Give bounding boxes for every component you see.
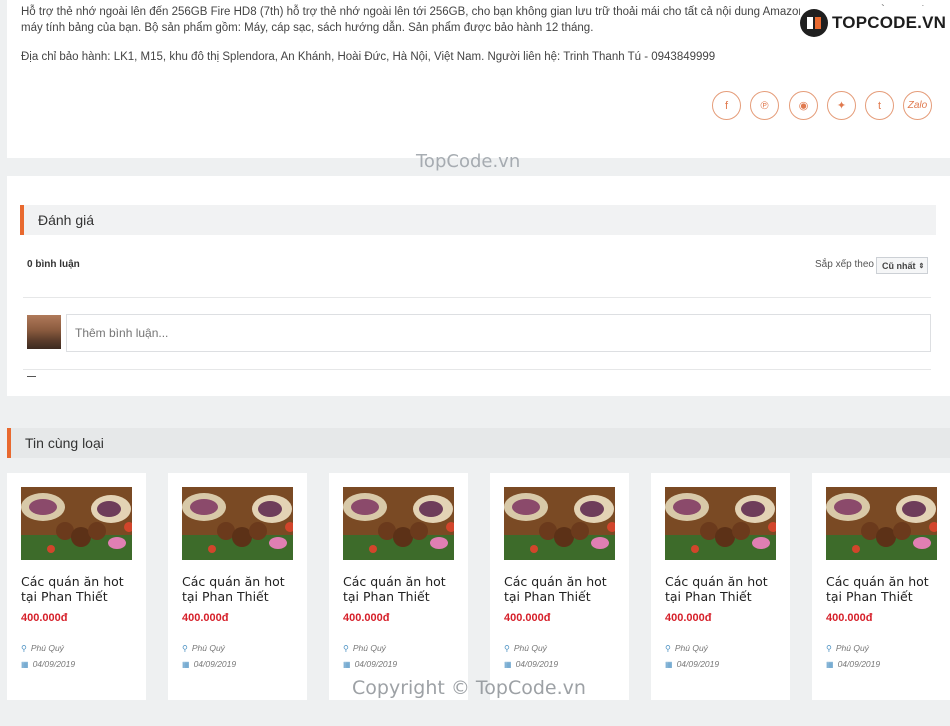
calendar-icon: ▦ (21, 659, 29, 669)
map-marker-icon: ⚲ (21, 643, 27, 653)
related-card-date: ▦ 04/09/2019 (665, 659, 719, 669)
comment-input[interactable] (66, 314, 931, 352)
related-card[interactable]: Các quán ăn hot tại Phan Thiết 400.000đ ⚲ P… (7, 473, 146, 700)
calendar-icon: ▦ (665, 659, 673, 669)
map-marker-icon: ⚲ (182, 643, 188, 653)
calendar-icon: ▦ (343, 659, 351, 669)
related-card-date: ▦ 04/09/2019 (504, 659, 558, 669)
related-card-image[interactable] (21, 487, 132, 560)
pinterest-icon: ℗ (760, 99, 769, 112)
sort-select[interactable]: Cũ nhất ⇕ (876, 257, 928, 274)
share-zalo-button[interactable]: Zalo (903, 91, 932, 120)
tumblr-icon: t (877, 99, 882, 112)
related-card-date: ▦ 04/09/2019 (826, 659, 880, 669)
location-text: Phú Quý (513, 643, 547, 653)
date-text: 04/09/2019 (676, 659, 720, 669)
related-card-location: ⚲ Phú Quý (504, 643, 547, 653)
date-text: 04/09/2019 (354, 659, 398, 669)
topcode-logo-text: TOPCODE.VN (832, 13, 947, 32)
related-card[interactable]: Các quán ăn hot tại Phan Thiết 400.000đ ⚲ P… (812, 473, 950, 700)
related-card-location: ⚲ Phú Quý (343, 643, 386, 653)
related-card-image[interactable] (343, 487, 454, 560)
related-card-location: ⚲ Phú Quý (182, 643, 225, 653)
reddit-icon: ◉ (798, 100, 809, 112)
watermark-bottom: Copyright © TopCode.vn (352, 677, 586, 699)
reviews-section: Đánh giá 0 bình luận Sắp xếp theo Cũ nhấ… (7, 176, 950, 396)
map-marker-icon: ⚲ (826, 643, 832, 653)
related-card-location: ⚲ Phú Quý (21, 643, 64, 653)
reviews-header: Đánh giá (20, 205, 936, 235)
comment-count: 0 bình luận (27, 259, 80, 270)
related-card-price: 400.000đ (21, 612, 68, 624)
topcode-logo-icon (800, 9, 828, 37)
sort-arrows-icon: ⇕ (918, 262, 925, 270)
related-card-image[interactable] (665, 487, 776, 560)
related-card-location: ⚲ Phú Quý (665, 643, 708, 653)
related-card-location: ⚲ Phú Quý (826, 643, 869, 653)
loading-dash (27, 376, 36, 377)
date-text: 04/09/2019 (193, 659, 237, 669)
calendar-icon: ▦ (182, 659, 190, 669)
location-text: Phú Quý (191, 643, 225, 653)
related-card-title[interactable]: Các quán ăn hot tại Phan Thiết (182, 574, 304, 604)
calendar-icon: ▦ (826, 659, 834, 669)
related-card-price: 400.000đ (665, 612, 712, 624)
warranty-address-text: Địa chỉ bảo hành: LK1, M15, khu đô thị S… (21, 51, 716, 63)
related-card-price: 400.000đ (343, 612, 390, 624)
related-card-image[interactable] (182, 487, 293, 560)
related-card-image[interactable] (826, 487, 937, 560)
date-text: 04/09/2019 (32, 659, 76, 669)
related-card-title[interactable]: Các quán ăn hot tại Phan Thiết (21, 574, 143, 604)
description-text: Hỗ trợ thẻ nhớ ngoài lên đến 256GB Fire … (21, 6, 930, 34)
facebook-icon: f (724, 99, 729, 112)
related-card-title[interactable]: Các quán ăn hot tại Phan Thiết (504, 574, 626, 604)
related-card-title[interactable]: Các quán ăn hot tại Phan Thiết (826, 574, 948, 604)
map-marker-icon: ⚲ (665, 643, 671, 653)
topcode-logo[interactable]: TOPCODE.VN (800, 6, 950, 40)
related-card-title[interactable]: Các quán ăn hot tại Phan Thiết (343, 574, 465, 604)
share-twitter-button[interactable]: ✦ (827, 91, 856, 120)
related-card[interactable]: Các quán ăn hot tại Phan Thiết 400.000đ ⚲ P… (168, 473, 307, 700)
zalo-icon: Zalo (907, 100, 928, 111)
location-text: Phú Quý (30, 643, 64, 653)
sort-label: Sắp xếp theo (815, 259, 874, 270)
related-title: Tin cùng loại (25, 435, 104, 451)
location-text: Phú Quý (835, 643, 869, 653)
map-marker-icon: ⚲ (343, 643, 349, 653)
divider (23, 297, 931, 298)
related-card[interactable]: Các quán ăn hot tại Phan Thiết 400.000đ ⚲ P… (651, 473, 790, 700)
share-reddit-button[interactable]: ◉ (789, 91, 818, 120)
related-card-price: 400.000đ (826, 612, 873, 624)
share-pinterest-button[interactable]: ℗ (750, 91, 779, 120)
divider (23, 369, 931, 370)
related-card-price: 400.000đ (504, 612, 551, 624)
related-card-image[interactable] (504, 487, 615, 560)
date-text: 04/09/2019 (515, 659, 559, 669)
share-facebook-button[interactable]: f (712, 91, 741, 120)
share-tumblr-button[interactable]: t (865, 91, 894, 120)
related-card[interactable]: Các quán ăn hot tại Phan Thiết 400.000đ ⚲ P… (490, 473, 629, 700)
twitter-icon: ✦ (836, 100, 847, 112)
related-card-price: 400.000đ (182, 612, 229, 624)
reviews-title: Đánh giá (38, 212, 95, 228)
location-text: Phú Quý (352, 643, 386, 653)
calendar-icon: ▦ (504, 659, 512, 669)
related-card-date: ▦ 04/09/2019 (21, 659, 75, 669)
related-card-date: ▦ 04/09/2019 (182, 659, 236, 669)
map-marker-icon: ⚲ (504, 643, 510, 653)
location-text: Phú Quý (674, 643, 708, 653)
related-card[interactable]: Các quán ăn hot tại Phan Thiết 400.000đ ⚲ P… (329, 473, 468, 700)
watermark-top: TopCode.vn (416, 151, 521, 172)
sort-select-value: Cũ nhất (882, 260, 916, 271)
avatar (27, 315, 61, 349)
date-text: 04/09/2019 (837, 659, 881, 669)
related-header: Tin cùng loại (7, 428, 950, 458)
related-card-title[interactable]: Các quán ăn hot tại Phan Thiết (665, 574, 787, 604)
related-card-date: ▦ 04/09/2019 (343, 659, 397, 669)
